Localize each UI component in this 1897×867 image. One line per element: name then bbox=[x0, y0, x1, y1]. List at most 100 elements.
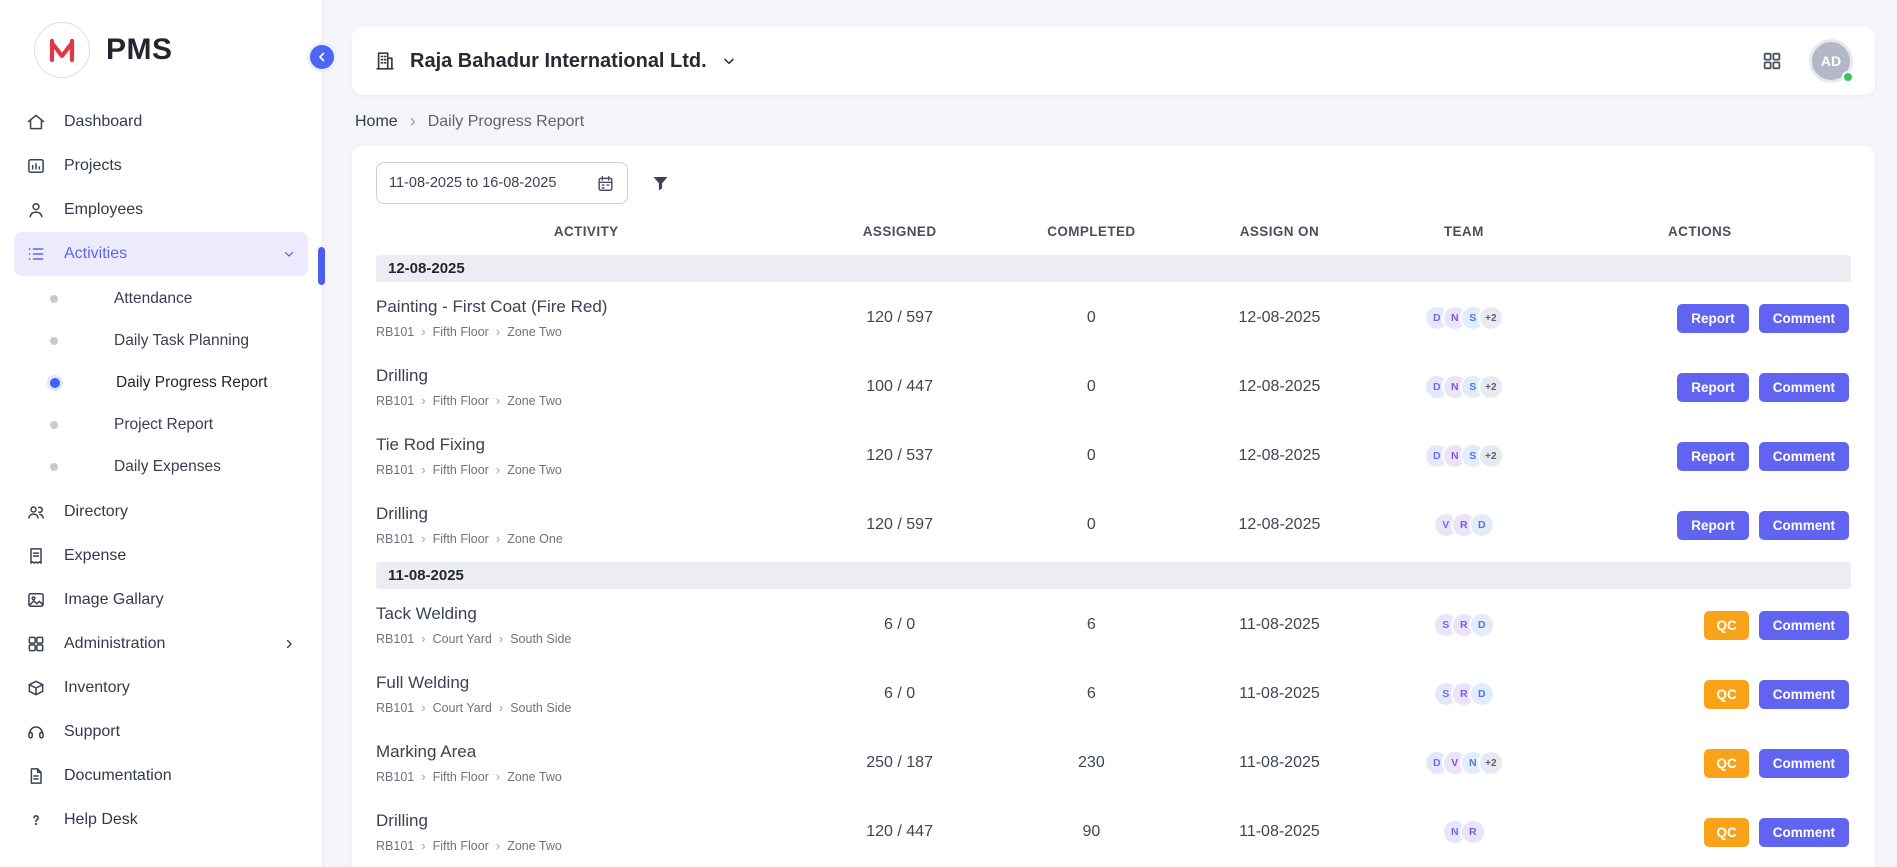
comment-button[interactable]: Comment bbox=[1759, 442, 1849, 471]
table-row: Marking Area RB101Fifth FloorZone Two 25… bbox=[376, 729, 1851, 798]
comment-button[interactable]: Comment bbox=[1759, 680, 1849, 709]
report-card: ACTIVITY ASSIGNED COMPLETED ASSIGN ON TE… bbox=[352, 146, 1875, 867]
team-avatar-more[interactable]: +2 bbox=[1478, 305, 1504, 331]
qc-button[interactable]: QC bbox=[1704, 749, 1748, 778]
date-group-header: 11-08-2025 bbox=[376, 562, 1851, 589]
date-range-input[interactable] bbox=[389, 175, 588, 191]
sidebar-item-label: Inventory bbox=[64, 679, 130, 697]
top-header: Raja Bahadur International Ltd. AD bbox=[352, 27, 1875, 95]
assigned-value: 120 / 597 bbox=[796, 516, 1003, 534]
sidebar-subitem-project-report[interactable]: Project Report bbox=[14, 404, 308, 446]
calendar-icon[interactable] bbox=[596, 174, 615, 193]
team-avatars: D V N +2 bbox=[1379, 750, 1549, 776]
qc-button[interactable]: QC bbox=[1704, 680, 1748, 709]
comment-button[interactable]: Comment bbox=[1759, 818, 1849, 847]
qc-button[interactable]: QC bbox=[1704, 818, 1748, 847]
team-avatars: D N S +2 bbox=[1379, 374, 1549, 400]
comment-button[interactable]: Comment bbox=[1759, 511, 1849, 540]
assign-on-date: 12-08-2025 bbox=[1180, 516, 1379, 534]
team-avatars: S R D bbox=[1379, 681, 1549, 707]
assign-on-date: 11-08-2025 bbox=[1180, 685, 1379, 703]
comment-button[interactable]: Comment bbox=[1759, 611, 1849, 640]
company-selector[interactable]: Raja Bahadur International Ltd. bbox=[374, 50, 737, 73]
bullet-icon bbox=[50, 295, 58, 303]
completed-value: 90 bbox=[1003, 823, 1180, 841]
sidebar-item-label: Expense bbox=[64, 547, 126, 565]
sidebar-subitem-daily-progress-report[interactable]: Daily Progress Report bbox=[14, 362, 308, 404]
sidebar-item-expense[interactable]: Expense bbox=[14, 534, 308, 578]
team-avatars: S R D bbox=[1379, 612, 1549, 638]
activity-name: Drilling bbox=[376, 504, 796, 524]
report-button[interactable]: Report bbox=[1677, 511, 1749, 540]
chevron-down-icon bbox=[721, 53, 737, 69]
apps-grid-icon[interactable] bbox=[1761, 50, 1783, 72]
sidebar-item-label: Employees bbox=[64, 201, 143, 219]
sidebar-item-administration[interactable]: Administration bbox=[14, 622, 308, 666]
qc-button[interactable]: QC bbox=[1704, 611, 1748, 640]
sidebar-nav: Dashboard Projects Employees Activities bbox=[0, 92, 322, 862]
sidebar-subitem-attendance[interactable]: Attendance bbox=[14, 278, 308, 320]
date-range-picker[interactable] bbox=[376, 162, 628, 204]
sidebar-item-employees[interactable]: Employees bbox=[14, 188, 308, 232]
sidebar-item-directory[interactable]: Directory bbox=[14, 490, 308, 534]
user-avatar[interactable]: AD bbox=[1809, 39, 1853, 83]
team-avatar-more[interactable]: +2 bbox=[1478, 443, 1504, 469]
topbar-actions: AD bbox=[1761, 39, 1853, 83]
team-avatars: D N S +2 bbox=[1379, 443, 1549, 469]
projects-icon bbox=[26, 156, 46, 176]
table-row: Drilling RB101Fifth FloorZone Two 120 / … bbox=[376, 798, 1851, 867]
row-actions: Report Comment bbox=[1549, 511, 1851, 540]
team-avatars: N R bbox=[1379, 819, 1549, 845]
assign-on-date: 12-08-2025 bbox=[1180, 378, 1379, 396]
team-avatar-more[interactable]: +2 bbox=[1478, 374, 1504, 400]
bullet-icon bbox=[50, 463, 58, 471]
sidebar-item-dashboard[interactable]: Dashboard bbox=[14, 100, 308, 144]
report-button[interactable]: Report bbox=[1677, 304, 1749, 333]
activity-path: RB101Fifth FloorZone Two bbox=[376, 462, 796, 477]
sidebar-item-activities[interactable]: Activities bbox=[14, 232, 308, 276]
sidebar-item-inventory[interactable]: Inventory bbox=[14, 666, 308, 710]
row-actions: Report Comment bbox=[1549, 442, 1851, 471]
team-avatar: D bbox=[1469, 512, 1495, 538]
sidebar-item-projects[interactable]: Projects bbox=[14, 144, 308, 188]
sidebar-item-image-gallary[interactable]: Image Gallary bbox=[14, 578, 308, 622]
assigned-value: 120 / 537 bbox=[796, 447, 1003, 465]
sidebar-item-support[interactable]: Support bbox=[14, 710, 308, 754]
row-actions: QC Comment bbox=[1549, 611, 1851, 640]
column-header-activity: ACTIVITY bbox=[376, 224, 796, 239]
filter-funnel-icon[interactable] bbox=[650, 173, 671, 194]
table-row: Tack Welding RB101Court YardSouth Side 6… bbox=[376, 591, 1851, 660]
row-actions: QC Comment bbox=[1549, 749, 1851, 778]
team-avatar: D bbox=[1469, 681, 1495, 707]
table-row: Drilling RB101Fifth FloorZone One 120 / … bbox=[376, 491, 1851, 560]
assign-on-date: 11-08-2025 bbox=[1180, 616, 1379, 634]
activity-name: Drilling bbox=[376, 366, 796, 386]
completed-value: 230 bbox=[1003, 754, 1180, 772]
report-button[interactable]: Report bbox=[1677, 442, 1749, 471]
comment-button[interactable]: Comment bbox=[1759, 749, 1849, 778]
sidebar-item-label: Documentation bbox=[64, 767, 172, 785]
team-avatar: D bbox=[1469, 612, 1495, 638]
sidebar-subitem-daily-task-planning[interactable]: Daily Task Planning bbox=[14, 320, 308, 362]
app-name: PMS bbox=[106, 33, 173, 67]
chevron-right-icon: › bbox=[410, 112, 416, 130]
team-avatar-more[interactable]: +2 bbox=[1478, 750, 1504, 776]
home-icon bbox=[26, 112, 46, 132]
activity-name: Full Welding bbox=[376, 673, 796, 693]
sidebar-subitem-daily-expenses[interactable]: Daily Expenses bbox=[14, 446, 308, 488]
people-icon bbox=[26, 502, 46, 522]
sidebar-collapse-button[interactable] bbox=[307, 42, 337, 72]
comment-button[interactable]: Comment bbox=[1759, 373, 1849, 402]
sidebar-item-help-desk[interactable]: Help Desk bbox=[14, 798, 308, 842]
completed-value: 6 bbox=[1003, 616, 1180, 634]
online-status-dot bbox=[1842, 71, 1854, 83]
sidebar-item-documentation[interactable]: Documentation bbox=[14, 754, 308, 798]
breadcrumb-home[interactable]: Home bbox=[355, 113, 398, 131]
comment-button[interactable]: Comment bbox=[1759, 304, 1849, 333]
company-name: Raja Bahadur International Ltd. bbox=[410, 50, 707, 73]
assigned-value: 100 / 447 bbox=[796, 378, 1003, 396]
assign-on-date: 12-08-2025 bbox=[1180, 309, 1379, 327]
activity-name: Painting - First Coat (Fire Red) bbox=[376, 297, 796, 317]
completed-value: 0 bbox=[1003, 378, 1180, 396]
report-button[interactable]: Report bbox=[1677, 373, 1749, 402]
